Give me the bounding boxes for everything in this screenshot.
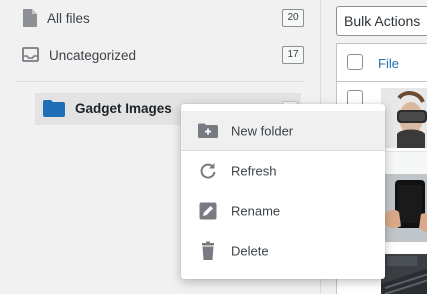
menu-item-label: Rename <box>231 203 281 219</box>
folder-icon <box>43 100 65 117</box>
select-all-checkbox[interactable] <box>347 54 363 70</box>
menu-item-label: Delete <box>231 243 269 259</box>
table-header: File <box>337 44 427 82</box>
file-icon <box>22 9 38 27</box>
vr-headset-thumbnail[interactable] <box>381 88 427 148</box>
sidebar-item-label: Uncategorized <box>49 47 137 63</box>
menu-item-new-folder[interactable]: New folder <box>181 111 385 151</box>
folder-context-menu: New folder Refresh Rename Delete <box>181 104 385 279</box>
menu-item-label: Refresh <box>231 163 277 179</box>
menu-item-rename[interactable]: Rename <box>181 191 385 231</box>
folder-label: Gadget Images <box>75 101 172 116</box>
keyboard-thumbnail[interactable] <box>381 254 427 294</box>
bulk-actions-select[interactable]: Bulk Actions <box>336 6 427 36</box>
refresh-icon <box>198 161 218 181</box>
sidebar-item-label: All files <box>47 10 90 26</box>
menu-item-refresh[interactable]: Refresh <box>181 151 385 191</box>
sidebar-item-uncategorized[interactable]: Uncategorized 17 <box>0 37 320 73</box>
smartphone-thumbnail[interactable] <box>381 174 427 242</box>
sidebar-divider <box>16 81 304 82</box>
menu-item-label: New folder <box>231 123 294 139</box>
inbox-icon <box>22 47 39 63</box>
menu-item-delete[interactable]: Delete <box>181 231 385 271</box>
trash-icon <box>198 241 218 261</box>
file-count-badge: 17 <box>282 46 304 64</box>
file-count-badge: 20 <box>282 9 304 27</box>
column-header-file[interactable]: File <box>378 56 399 71</box>
sidebar-item-all-files[interactable]: All files 20 <box>0 0 320 36</box>
folder-plus-icon <box>198 121 218 141</box>
pencil-icon <box>198 201 218 221</box>
